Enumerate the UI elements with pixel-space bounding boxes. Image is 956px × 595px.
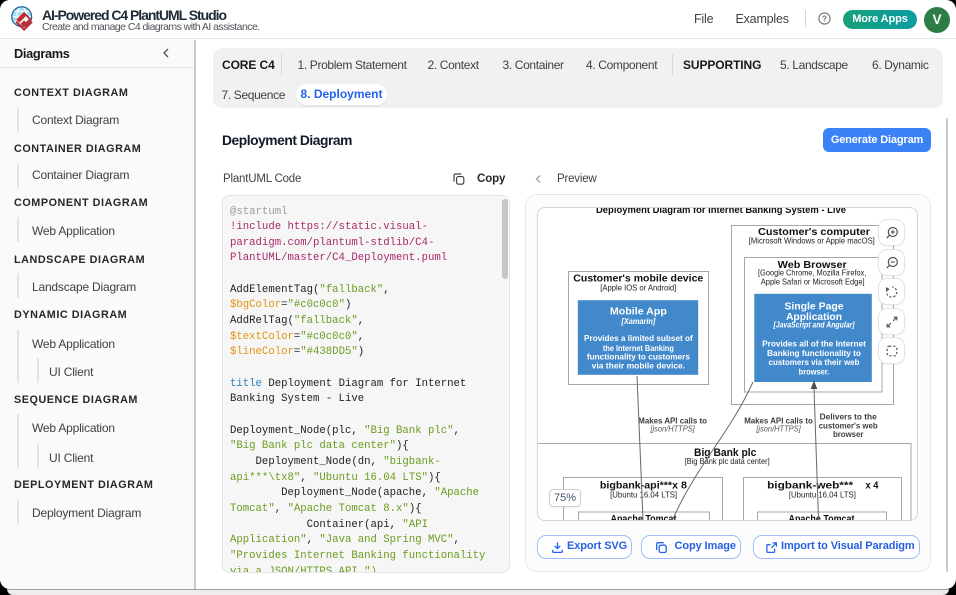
svg-text:[JavaScript and Angular]: [JavaScript and Angular]	[773, 321, 855, 330]
svg-text:browser.: browser.	[799, 367, 830, 377]
svg-text:[json/HTTPS]: [json/HTTPS]	[755, 425, 801, 434]
svg-text:[Big Bank plc data center]: [Big Bank plc data center]	[685, 457, 770, 466]
svg-text:Single Page: Single Page	[784, 302, 844, 313]
svg-text:[Ubuntu 16.04 LTS]: [Ubuntu 16.04 LTS]	[610, 491, 677, 500]
svg-text:Provides all of the Internet: Provides all of the Internet	[762, 339, 866, 349]
svg-text:?: ?	[822, 14, 827, 23]
svg-text:[Microsoft Windows or Apple ma: [Microsoft Windows or Apple macOS]	[749, 236, 875, 245]
svg-text:[Apple IOS or Android]: [Apple IOS or Android]	[600, 283, 676, 292]
svg-text:[Xamarin]: [Xamarin]	[620, 317, 655, 326]
svg-text:Deployment Diagram for Interne: Deployment Diagram for Internet Banking …	[596, 208, 847, 216]
svg-text:Apache Tomcat: Apache Tomcat	[611, 513, 677, 520]
svg-text:Apache Tomcat: Apache Tomcat	[789, 513, 855, 520]
svg-text:[Google Chrome, Mozilla Firefo: [Google Chrome, Mozilla Firefox,	[758, 269, 866, 278]
svg-text:Provides a limited subset of: Provides a limited subset of	[584, 333, 693, 343]
svg-text:Mobile App: Mobile App	[610, 306, 667, 317]
svg-text:via their mobile device.: via their mobile device.	[592, 360, 686, 370]
svg-text:browser: browser	[833, 430, 864, 439]
svg-text:[json/HTTPS]: [json/HTTPS]	[650, 425, 696, 434]
svg-text:Delivers to the: Delivers to the	[820, 413, 877, 422]
svg-text:x 4: x 4	[866, 480, 879, 492]
svg-text:Apple Safari or Microsoft Edge: Apple Safari or Microsoft Edge]	[761, 278, 865, 287]
svg-text:[Ubuntu 16.04 LTS]: [Ubuntu 16.04 LTS]	[789, 491, 856, 500]
